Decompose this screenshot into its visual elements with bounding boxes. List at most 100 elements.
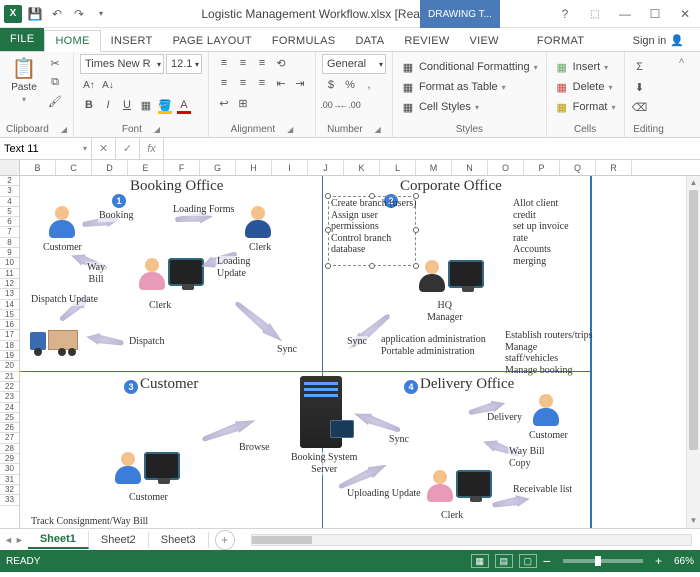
enter-formula-icon[interactable]: ✓ bbox=[116, 138, 140, 159]
row-header[interactable]: 17 bbox=[0, 330, 19, 340]
format-painter-icon[interactable]: 🖌 bbox=[46, 92, 64, 110]
column-header[interactable]: J bbox=[308, 160, 344, 175]
column-header[interactable]: K bbox=[344, 160, 380, 175]
scrollbar-thumb[interactable] bbox=[252, 536, 312, 544]
autosum-icon[interactable]: Σ bbox=[631, 58, 649, 76]
align-center-icon[interactable]: ≡ bbox=[234, 74, 252, 92]
row-header[interactable]: 24 bbox=[0, 403, 19, 413]
decrease-font-icon[interactable]: A↓ bbox=[99, 76, 117, 94]
page-break-view-icon[interactable]: ▢ bbox=[519, 554, 537, 568]
formula-input[interactable] bbox=[164, 138, 700, 159]
row-header[interactable]: 10 bbox=[0, 258, 19, 268]
row-header[interactable]: 19 bbox=[0, 351, 19, 361]
row-header[interactable]: 12 bbox=[0, 279, 19, 289]
row-header[interactable]: 31 bbox=[0, 475, 19, 485]
dialog-launcher-icon[interactable]: ◢ bbox=[154, 125, 160, 134]
row-header[interactable]: 30 bbox=[0, 464, 19, 474]
column-header[interactable]: I bbox=[272, 160, 308, 175]
tab-data[interactable]: DATA bbox=[345, 31, 394, 51]
page-layout-view-icon[interactable]: ▤ bbox=[495, 554, 513, 568]
add-sheet-button[interactable]: + bbox=[215, 530, 235, 550]
insert-cells-button[interactable]: ▦Insert▾ bbox=[553, 58, 611, 76]
percent-icon[interactable]: % bbox=[341, 76, 359, 94]
border-icon[interactable]: ▦ bbox=[137, 96, 155, 114]
column-header[interactable]: Q bbox=[560, 160, 596, 175]
format-as-table-button[interactable]: ▦Format as Table▾ bbox=[399, 78, 508, 96]
row-header[interactable]: 22 bbox=[0, 382, 19, 392]
underline-icon[interactable]: U bbox=[118, 96, 136, 114]
clear-icon[interactable]: ⌫ bbox=[631, 98, 649, 116]
column-header[interactable]: B bbox=[20, 160, 56, 175]
row-header[interactable]: 13 bbox=[0, 289, 19, 299]
row-header[interactable]: 11 bbox=[0, 269, 19, 279]
zoom-level[interactable]: 66% bbox=[674, 556, 694, 567]
zoom-out-button[interactable]: − bbox=[543, 553, 551, 569]
column-header[interactable]: E bbox=[128, 160, 164, 175]
column-header[interactable]: R bbox=[596, 160, 632, 175]
scroll-down-icon[interactable]: ▼ bbox=[687, 514, 700, 528]
align-top-icon[interactable]: ≡ bbox=[215, 54, 233, 72]
row-header[interactable]: 2 bbox=[0, 176, 19, 186]
cancel-formula-icon[interactable]: ✕ bbox=[92, 138, 116, 159]
sheet-tab-3[interactable]: Sheet3 bbox=[149, 532, 209, 548]
copy-icon[interactable]: ⧉ bbox=[46, 73, 64, 91]
comma-icon[interactable]: , bbox=[360, 76, 378, 94]
italic-icon[interactable]: I bbox=[99, 96, 117, 114]
row-header[interactable]: 6 bbox=[0, 217, 19, 227]
cut-icon[interactable]: ✂ bbox=[46, 54, 64, 72]
tab-review[interactable]: REVIEW bbox=[394, 31, 459, 51]
merge-center-icon[interactable]: ⊞ bbox=[234, 94, 252, 112]
vertical-scrollbar[interactable]: ▲ ▼ bbox=[686, 176, 700, 528]
row-header[interactable]: 9 bbox=[0, 248, 19, 258]
number-format-combo[interactable]: General▾ bbox=[322, 54, 386, 74]
dialog-launcher-icon[interactable]: ◢ bbox=[287, 125, 293, 134]
tab-format-context[interactable]: FORMAT bbox=[527, 31, 594, 51]
column-header[interactable]: C bbox=[56, 160, 92, 175]
column-header[interactable]: H bbox=[236, 160, 272, 175]
row-header[interactable]: 5 bbox=[0, 207, 19, 217]
sheet-nav[interactable]: ◄► bbox=[0, 535, 28, 545]
row-header[interactable]: 33 bbox=[0, 495, 19, 505]
redo-icon[interactable]: ↷ bbox=[70, 5, 88, 23]
increase-font-icon[interactable]: A↑ bbox=[80, 76, 98, 94]
select-all-corner[interactable] bbox=[0, 160, 19, 176]
row-header[interactable]: 26 bbox=[0, 423, 19, 433]
tab-page-layout[interactable]: PAGE LAYOUT bbox=[163, 31, 262, 51]
fill-icon[interactable]: ⬇ bbox=[631, 78, 649, 96]
maximize-icon[interactable]: ☐ bbox=[640, 0, 670, 28]
save-icon[interactable]: 💾 bbox=[26, 5, 44, 23]
orientation-icon[interactable]: ⟲ bbox=[272, 54, 290, 72]
row-header[interactable]: 15 bbox=[0, 310, 19, 320]
column-header[interactable]: O bbox=[488, 160, 524, 175]
tab-view[interactable]: VIEW bbox=[460, 31, 509, 51]
column-header[interactable]: N bbox=[452, 160, 488, 175]
row-header[interactable]: 18 bbox=[0, 341, 19, 351]
cell-styles-button[interactable]: ▦Cell Styles▾ bbox=[399, 98, 481, 116]
row-header[interactable]: 28 bbox=[0, 444, 19, 454]
font-size-combo[interactable]: 12.1▾ bbox=[166, 54, 202, 74]
dialog-launcher-icon[interactable]: ◢ bbox=[375, 125, 381, 134]
tab-file[interactable]: FILE bbox=[0, 27, 44, 51]
accounting-icon[interactable]: $ bbox=[322, 76, 340, 94]
conditional-formatting-button[interactable]: ▦Conditional Formatting▾ bbox=[399, 58, 540, 76]
row-header[interactable]: 27 bbox=[0, 433, 19, 443]
ribbon-display-icon[interactable]: ⬚ bbox=[580, 0, 610, 28]
delete-cells-button[interactable]: ▦Delete▾ bbox=[553, 78, 615, 96]
row-header[interactable]: 32 bbox=[0, 485, 19, 495]
tab-home[interactable]: HOME bbox=[44, 30, 100, 52]
help-icon[interactable]: ? bbox=[550, 0, 580, 28]
align-right-icon[interactable]: ≡ bbox=[253, 74, 271, 92]
tab-formulas[interactable]: FORMULAS bbox=[262, 31, 346, 51]
column-header[interactable]: D bbox=[92, 160, 128, 175]
undo-icon[interactable]: ↶ bbox=[48, 5, 66, 23]
tab-insert[interactable]: INSERT bbox=[101, 31, 163, 51]
zoom-slider[interactable] bbox=[563, 559, 643, 563]
increase-decimal-icon[interactable]: .00→ bbox=[322, 96, 340, 114]
scroll-up-icon[interactable]: ▲ bbox=[687, 176, 700, 190]
name-box[interactable]: Text 11▾ bbox=[0, 138, 92, 159]
normal-view-icon[interactable]: ▦ bbox=[471, 554, 489, 568]
sheet-tab-1[interactable]: Sheet1 bbox=[28, 531, 89, 549]
fill-color-icon[interactable]: 🪣 bbox=[156, 96, 174, 114]
qat-customize-icon[interactable]: ▾ bbox=[92, 5, 110, 23]
paste-button[interactable]: 📋 Paste ▾ bbox=[6, 54, 42, 106]
